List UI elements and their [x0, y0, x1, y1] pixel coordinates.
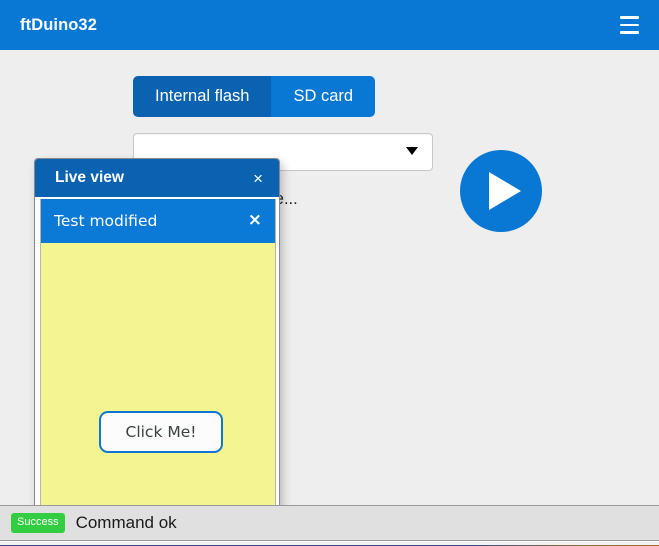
tab-sd-card[interactable]: SD card	[271, 76, 376, 117]
top-navbar: ftDuino32	[0, 0, 659, 50]
click-me-button[interactable]: Click Me!	[99, 411, 223, 453]
test-modified-notice-text: Test modified	[54, 211, 158, 230]
tab-internal-flash[interactable]: Internal flash	[133, 76, 272, 117]
live-view-titlebar: Live view ×	[35, 159, 279, 197]
hamburger-menu-icon[interactable]	[611, 9, 647, 41]
chevron-down-icon	[406, 147, 418, 155]
hamburger-bar-3	[619, 31, 639, 34]
status-badge: Success	[11, 513, 65, 533]
live-view-iframe[interactable]: Test modified × Click Me!	[40, 199, 276, 505]
hamburger-bar-2	[619, 23, 639, 27]
notice-close-icon[interactable]: ×	[246, 210, 264, 231]
status-message: Command ok	[75, 513, 177, 532]
storage-source-tabs: Internal flash SD card	[133, 76, 376, 117]
status-bar: Success Command ok	[0, 505, 659, 541]
live-view-body: Test modified × Click Me!	[35, 197, 279, 505]
close-icon[interactable]: ×	[249, 168, 267, 189]
run-button[interactable]	[460, 150, 542, 232]
bottom-strip	[0, 541, 659, 546]
live-view-dialog: Live view × Test modified × Click Me!	[34, 158, 280, 505]
live-view-title: Live view	[55, 169, 124, 186]
app-brand-title[interactable]: ftDuino32	[20, 0, 97, 50]
main-content-area: Internal flash SD card Python More... Li…	[0, 50, 659, 505]
hamburger-bar-1	[619, 16, 639, 19]
play-icon	[489, 172, 521, 210]
test-modified-notice: Test modified ×	[41, 199, 275, 243]
